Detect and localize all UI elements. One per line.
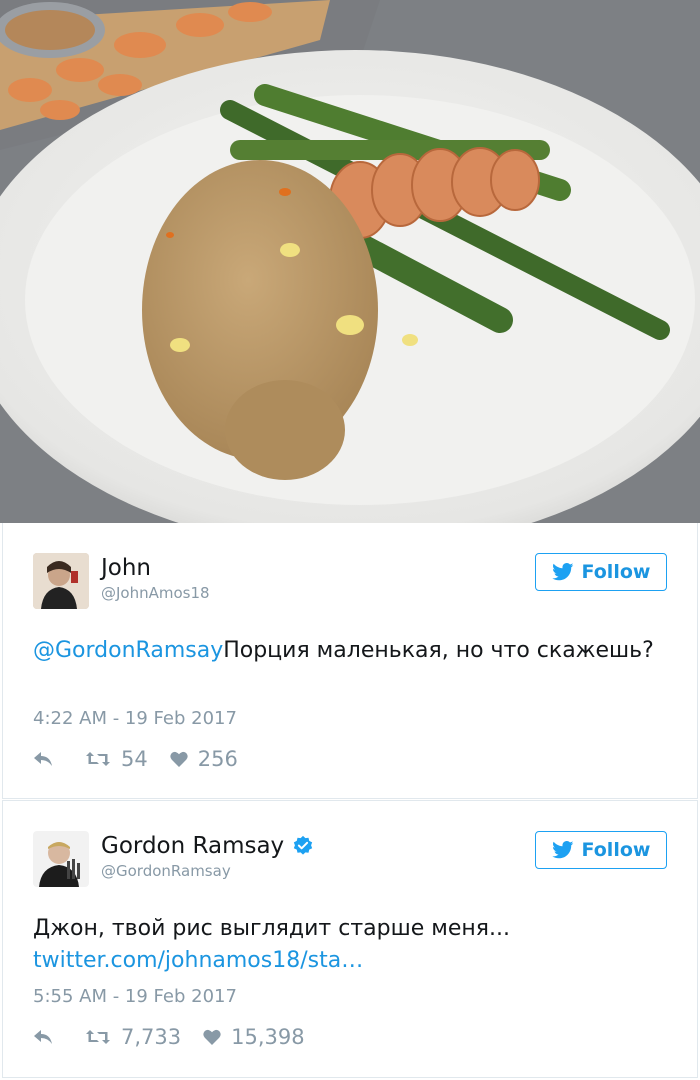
like-count: 256 xyxy=(197,747,238,771)
retweet-button[interactable]: 54 xyxy=(85,747,148,771)
retweet-icon xyxy=(86,752,110,766)
follow-label: Follow xyxy=(581,839,651,861)
timestamp[interactable]: 5:55 AM - 19 Feb 2017 xyxy=(33,986,237,1007)
tweet-link[interactable]: twitter.com/johnamos18/sta… xyxy=(33,945,687,977)
retweet-count: 54 xyxy=(121,747,148,771)
heart-icon xyxy=(170,751,188,767)
reply-icon xyxy=(34,1030,52,1044)
mention-link[interactable]: @GordonRamsay xyxy=(33,638,223,663)
action-bar: 54 256 xyxy=(33,747,260,771)
avatar[interactable] xyxy=(33,831,89,887)
verified-badge-icon xyxy=(294,835,313,855)
tweet-body: Джон, твой рис выглядит старше меня... xyxy=(33,916,510,941)
tweet-card: John @JohnAmos18 Follow @GordonRamsayПор… xyxy=(2,523,698,799)
follow-button[interactable]: Follow xyxy=(535,831,667,869)
retweet-count: 7,733 xyxy=(121,1025,182,1049)
twitter-bird-icon xyxy=(551,563,573,581)
food-photo xyxy=(0,0,700,523)
twitter-bird-icon xyxy=(551,841,573,859)
like-button[interactable]: 15,398 xyxy=(203,1025,305,1049)
retweet-icon xyxy=(86,1030,110,1044)
tweet-text: @GordonRamsayПорция маленькая, но что ск… xyxy=(33,635,687,667)
heart-icon xyxy=(203,1029,221,1045)
follow-label: Follow xyxy=(581,561,651,583)
display-name[interactable]: John xyxy=(101,555,151,581)
reply-button[interactable] xyxy=(33,1029,63,1045)
avatar[interactable] xyxy=(33,553,89,609)
reply-icon xyxy=(34,752,52,766)
action-bar: 7,733 15,398 xyxy=(33,1025,327,1049)
tweet-card: Gordon Ramsay @GordonRamsay Follow Джон,… xyxy=(2,800,698,1078)
like-count: 15,398 xyxy=(231,1025,305,1049)
retweet-button[interactable]: 7,733 xyxy=(85,1025,181,1049)
display-name[interactable]: Gordon Ramsay xyxy=(101,833,284,859)
follow-button[interactable]: Follow xyxy=(535,553,667,591)
tweet-text: Джон, твой рис выглядит старше меня... t… xyxy=(33,913,687,977)
tweet-body: Порция маленькая, но что скажешь? xyxy=(223,638,654,663)
user-handle[interactable]: @JohnAmos18 xyxy=(101,584,210,602)
reply-button[interactable] xyxy=(33,751,63,767)
like-button[interactable]: 256 xyxy=(170,747,238,771)
user-handle[interactable]: @GordonRamsay xyxy=(101,862,231,880)
timestamp[interactable]: 4:22 AM - 19 Feb 2017 xyxy=(33,708,237,729)
